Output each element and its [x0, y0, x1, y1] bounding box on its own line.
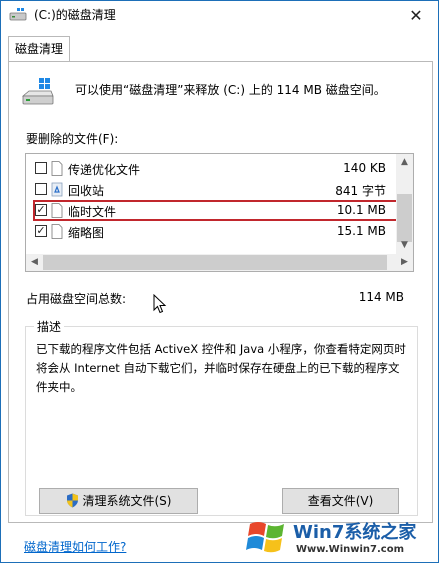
file-size: 841 字节 — [335, 184, 386, 198]
tab-panel: 可以使用“磁盘清理”来释放 (C:) 上的 114 MB 磁盘空间。 要删除的文… — [8, 61, 433, 523]
total-space-label: 占用磁盘空间总数: — [26, 292, 127, 306]
mouse-cursor-icon — [153, 294, 167, 314]
total-space-value: 114 MB — [358, 290, 404, 304]
file-size: 140 KB — [343, 161, 386, 175]
disk-cleanup-icon — [9, 8, 27, 21]
clean-system-files-label: 清理系统文件(S) — [82, 494, 172, 508]
recycle-bin-icon — [51, 182, 63, 197]
description-text: 已下载的程序文件包括 ActiveX 控件和 Java 小程序，你查看特定网页时… — [36, 342, 406, 394]
checkbox[interactable] — [35, 183, 47, 195]
windows-logo-icon — [246, 522, 284, 553]
watermark-brand: Win7系统之家 — [293, 522, 417, 543]
view-files-label: 查看文件(V) — [307, 494, 374, 508]
files-listbox[interactable]: 传递优化文件 140 KB 回收站 841 字节 ✓ 临时文件 10.1 MB — [25, 153, 414, 272]
list-item[interactable]: 回收站 841 字节 — [26, 179, 396, 200]
help-link[interactable]: 磁盘清理如何工作? — [24, 538, 126, 555]
shield-icon — [66, 493, 78, 508]
horizontal-scrollbar[interactable]: ◀ ▶ — [26, 254, 413, 271]
checkbox[interactable] — [35, 162, 47, 174]
list-item[interactable]: ✓ 缩略图 15.1 MB — [26, 221, 396, 242]
scroll-thumb[interactable] — [43, 255, 387, 270]
drive-icon — [21, 78, 54, 105]
watermark-url: Www.Winwin7.com — [296, 544, 405, 555]
window-title: (C:)的磁盘清理 — [34, 8, 116, 22]
scroll-up-icon[interactable]: ▲ — [396, 154, 413, 171]
scroll-down-icon[interactable]: ▼ — [396, 237, 413, 254]
highlight-box — [33, 200, 411, 221]
close-icon: ✕ — [409, 5, 423, 25]
scroll-right-icon[interactable]: ▶ — [396, 254, 413, 271]
file-name: 传递优化文件 — [68, 163, 141, 177]
scroll-thumb[interactable] — [397, 194, 412, 242]
scroll-left-icon[interactable]: ◀ — [26, 254, 43, 271]
files-to-delete-label: 要删除的文件(F): — [26, 132, 119, 146]
clean-system-files-button[interactable]: 清理系统文件(S) — [39, 488, 198, 514]
file-name: 回收站 — [68, 184, 105, 198]
watermark: Win7系统之家 Www.Winwin7.com — [246, 514, 436, 562]
file-size: 15.1 MB — [336, 224, 386, 238]
file-icon — [51, 161, 63, 176]
tab-disk-cleanup[interactable]: 磁盘清理 — [8, 36, 70, 63]
view-files-button[interactable]: 查看文件(V) — [282, 488, 399, 514]
title-bar[interactable]: (C:)的磁盘清理 ✕ — [1, 1, 438, 29]
disk-cleanup-window: (C:)的磁盘清理 ✕ 磁盘清理 可以使用“磁盘清理”来释放 (C:) 上的 1… — [0, 0, 439, 563]
description-label: 描述 — [34, 318, 65, 335]
close-button[interactable]: ✕ — [394, 1, 438, 29]
file-icon — [51, 224, 63, 239]
summary-text: 可以使用“磁盘清理”来释放 (C:) 上的 114 MB 磁盘空间。 — [75, 83, 386, 97]
list-item[interactable]: 传递优化文件 140 KB — [26, 158, 396, 179]
tab-strip: 磁盘清理 — [1, 32, 438, 63]
checkbox[interactable]: ✓ — [35, 225, 47, 237]
file-name: 缩略图 — [68, 226, 105, 240]
vertical-scrollbar[interactable]: ▲ ▼ — [396, 154, 413, 254]
